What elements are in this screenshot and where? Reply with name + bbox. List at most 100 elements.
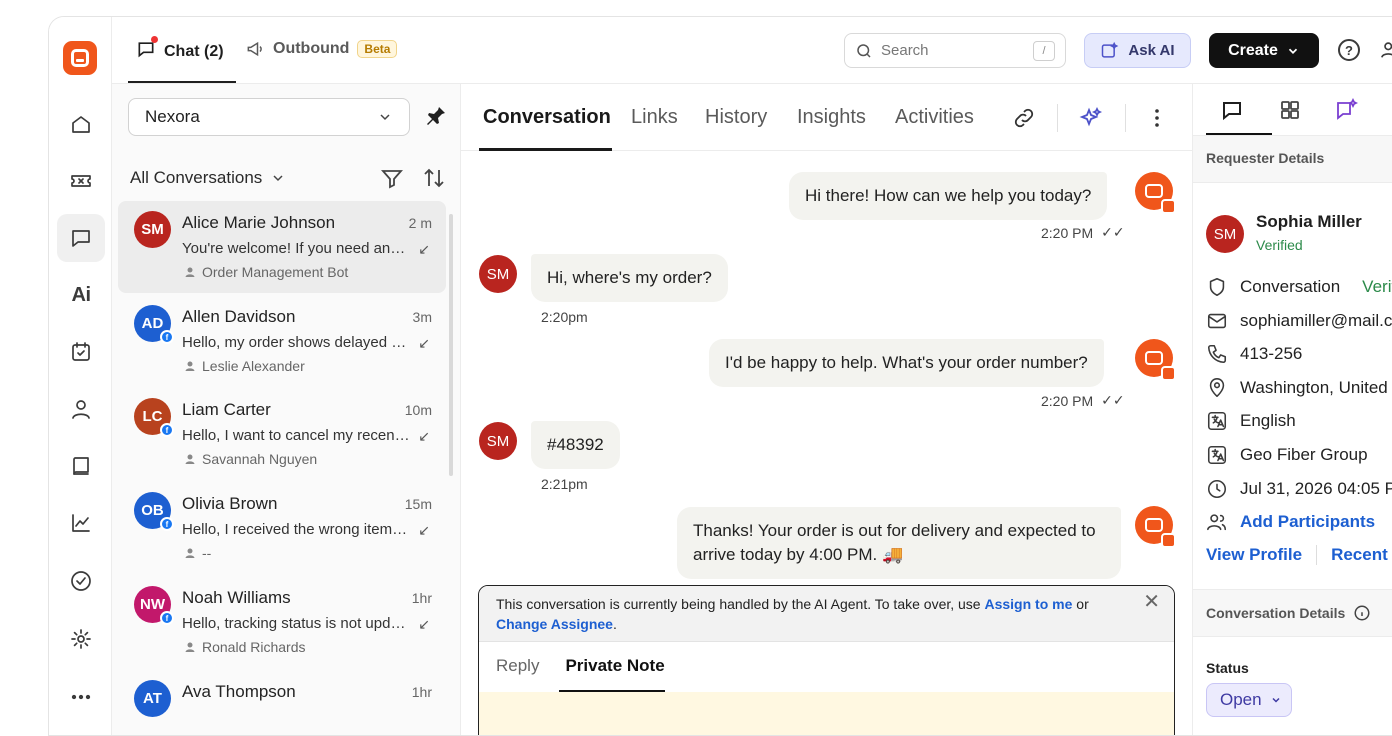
filter-icon[interactable] xyxy=(380,166,404,190)
view-profile-link[interactable]: View Profile xyxy=(1206,545,1302,565)
requester-date: Jul 31, 2026 04:05 PM xyxy=(1206,478,1392,500)
message-meta: 2:20 PM ✓✓ xyxy=(1041,224,1125,241)
message-meta: 2:20 PM ✓✓ xyxy=(1041,392,1125,409)
requester-email[interactable]: sophiamiller@mail.com xyxy=(1206,310,1392,332)
conversation-time: 15m xyxy=(404,496,432,512)
assignee-name: -- xyxy=(202,545,212,561)
tab-insights[interactable]: Insights xyxy=(797,106,866,129)
ai-icon[interactable]: Ai xyxy=(57,271,105,319)
assign-to-me-link[interactable]: Assign to me xyxy=(984,596,1072,612)
avatar: AT xyxy=(134,680,171,717)
notice-or: or xyxy=(1076,596,1089,612)
top-bar: Chat (2) Outbound Beta Search / Ask AI C… xyxy=(112,17,1392,84)
chat-details-icon[interactable] xyxy=(1220,98,1244,122)
bot-avatar xyxy=(1135,172,1176,214)
brand-select[interactable]: Nexora xyxy=(128,98,410,136)
team-icon[interactable] xyxy=(1380,39,1392,66)
conversation-verification: Conversation Verified xyxy=(1206,276,1392,298)
chart-icon[interactable] xyxy=(57,499,105,547)
notice-end: . xyxy=(612,616,617,632)
list-scrollbar[interactable] xyxy=(449,214,453,476)
conversation-list-item[interactable]: AT Ava Thompson 1hr xyxy=(118,670,446,735)
book-icon[interactable] xyxy=(57,442,105,490)
create-button[interactable]: Create xyxy=(1209,33,1319,68)
search-icon xyxy=(857,43,871,58)
profile-links: View Profile Recent xyxy=(1206,545,1388,565)
conversation-list-item[interactable]: LC f Liam Carter 10m Hello, I want to cancel… xyxy=(118,388,446,480)
more-icon[interactable] xyxy=(57,673,105,721)
search-input[interactable]: Search / xyxy=(844,33,1066,68)
user-icon xyxy=(185,361,195,371)
conversation-list-item[interactable]: AD f Allen Davidson 3m Hello, my order shows… xyxy=(118,295,446,387)
help-icon[interactable]: ? xyxy=(1338,39,1360,61)
calendar-check-icon[interactable] xyxy=(57,328,105,376)
beta-badge: Beta xyxy=(357,40,398,58)
company-value: Geo Fiber Group xyxy=(1240,445,1368,464)
requester-phone[interactable]: 413-256 xyxy=(1206,343,1302,365)
contact-name: Allen Davidson xyxy=(182,307,296,326)
gear-icon[interactable] xyxy=(57,615,105,663)
tab-chat[interactable]: Chat (2) xyxy=(136,36,224,64)
conversation-list-item[interactable]: NW f Noah Williams 1hr Hello, tracking statu… xyxy=(118,576,446,668)
conversation-time: 1hr xyxy=(411,684,432,700)
requester-language: English xyxy=(1206,410,1296,432)
notice-text: This conversation is currently being han… xyxy=(496,596,981,612)
message-bubble-incoming: Hi, where's my order? xyxy=(531,254,728,302)
conversation-time: 3m xyxy=(412,309,432,325)
details-panel: Requester Details SM Sophia Miller Verif… xyxy=(1192,84,1392,735)
create-label: Create xyxy=(1228,41,1278,59)
avatar-initials: AT xyxy=(143,690,162,707)
ai-sparkle-icon[interactable] xyxy=(1079,106,1103,130)
app-logo[interactable] xyxy=(63,41,97,75)
megaphone-icon xyxy=(247,41,262,57)
date-value: Jul 31, 2026 04:05 PM xyxy=(1240,479,1392,498)
user-icon xyxy=(185,454,195,464)
grid-icon[interactable] xyxy=(1278,98,1302,122)
avatar: OB f xyxy=(134,492,174,531)
link-icon[interactable] xyxy=(1012,106,1036,130)
location-pin-icon xyxy=(1209,378,1225,398)
info-icon[interactable] xyxy=(1353,604,1371,622)
more-vertical-icon[interactable] xyxy=(1145,106,1169,130)
tab-activities[interactable]: Activities xyxy=(895,106,974,129)
facebook-icon: f xyxy=(160,517,174,531)
avatar-initials: LC xyxy=(142,408,163,425)
conversation-list-item[interactable]: OB f Olivia Brown 15m Hello, I received the … xyxy=(118,482,446,574)
ask-ai-button[interactable]: Ask AI xyxy=(1084,33,1191,68)
sort-icon[interactable] xyxy=(422,166,446,190)
home-icon[interactable] xyxy=(57,100,105,148)
check-circle-icon[interactable] xyxy=(57,557,105,605)
recent-link[interactable]: Recent xyxy=(1331,545,1388,565)
shield-icon xyxy=(1209,277,1225,297)
pin-icon[interactable] xyxy=(424,104,448,133)
message-bubble-outgoing: Thanks! Your order is out for delivery a… xyxy=(677,507,1121,579)
user-icon xyxy=(185,642,195,652)
incoming-arrow-icon: ↙ xyxy=(418,522,430,538)
change-assignee-link[interactable]: Change Assignee xyxy=(496,616,613,632)
ticket-icon[interactable] xyxy=(57,157,105,205)
tab-outbound[interactable]: Outbound Beta xyxy=(245,39,398,59)
tab-history[interactable]: History xyxy=(705,106,767,129)
translate-icon xyxy=(1207,445,1227,465)
conversation-list-item[interactable]: SM Alice Marie Johnson 2 m You're welcome! … xyxy=(118,201,446,293)
chat-icon[interactable] xyxy=(57,214,105,262)
message-time: 2:20 PM xyxy=(1041,224,1094,241)
conversation-time: 2 m xyxy=(408,215,432,231)
ai-chat-icon[interactable] xyxy=(1334,98,1358,122)
add-participants-button[interactable]: Add Participants xyxy=(1206,511,1375,533)
tab-private-note[interactable]: Private Note xyxy=(565,656,664,676)
phone-value: 413-256 xyxy=(1240,344,1303,363)
incoming-arrow-icon: ↙ xyxy=(418,335,430,351)
private-note-input[interactable] xyxy=(479,692,1174,735)
user-icon[interactable] xyxy=(57,385,105,433)
tab-reply[interactable]: Reply xyxy=(496,656,539,676)
divider xyxy=(1057,104,1058,132)
conversation-time: 10m xyxy=(404,402,432,418)
requester-details-header: Requester Details xyxy=(1193,135,1392,183)
message-preview: Hello, I received the wrong item in my b… xyxy=(182,521,410,538)
tab-links[interactable]: Links xyxy=(631,106,678,129)
tab-conversation[interactable]: Conversation xyxy=(483,106,611,129)
tab-chat-label: Chat (2) xyxy=(164,42,224,60)
filter-dropdown[interactable]: All Conversations xyxy=(130,168,286,188)
close-icon[interactable]: ✕ xyxy=(1143,592,1160,612)
